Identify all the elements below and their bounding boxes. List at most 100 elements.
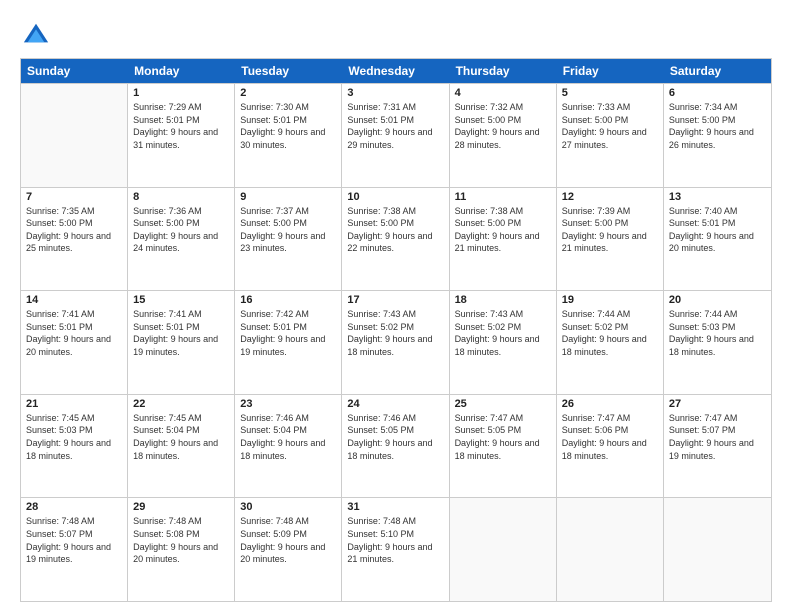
day-number: 4: [455, 87, 551, 99]
calendar-cell: 2Sunrise: 7:30 AM Sunset: 5:01 PM Daylig…: [235, 84, 342, 187]
day-number: 24: [347, 398, 443, 410]
day-number: 17: [347, 294, 443, 306]
day-info: Sunrise: 7:44 AM Sunset: 5:02 PM Dayligh…: [562, 308, 658, 358]
day-info: Sunrise: 7:48 AM Sunset: 5:08 PM Dayligh…: [133, 515, 229, 565]
day-info: Sunrise: 7:34 AM Sunset: 5:00 PM Dayligh…: [669, 101, 766, 151]
day-number: 11: [455, 191, 551, 203]
day-number: 27: [669, 398, 766, 410]
day-number: 22: [133, 398, 229, 410]
day-number: 15: [133, 294, 229, 306]
day-info: Sunrise: 7:36 AM Sunset: 5:00 PM Dayligh…: [133, 205, 229, 255]
day-number: 31: [347, 501, 443, 513]
calendar-cell: 10Sunrise: 7:38 AM Sunset: 5:00 PM Dayli…: [342, 188, 449, 291]
day-info: Sunrise: 7:48 AM Sunset: 5:10 PM Dayligh…: [347, 515, 443, 565]
day-number: 28: [26, 501, 122, 513]
day-info: Sunrise: 7:45 AM Sunset: 5:03 PM Dayligh…: [26, 412, 122, 462]
calendar-cell: 26 Sunrise: 7:47 AM Sunset: 5:06 PM Dayli…: [557, 395, 664, 498]
calendar-cell: 29 Sunrise: 7:48 AM Sunset: 5:08 PM Dayli…: [128, 498, 235, 601]
day-info: Sunrise: 7:47 AM Sunset: 5:06 PM Dayligh…: [562, 412, 658, 462]
day-info: Sunrise: 7:47 AM Sunset: 5:07 PM Dayligh…: [669, 412, 766, 462]
day-info: Sunrise: 7:37 AM Sunset: 5:00 PM Dayligh…: [240, 205, 336, 255]
calendar-cell: 6 Sunrise: 7:34 AM Sunset: 5:00 PM Daylig…: [664, 84, 771, 187]
day-number: 18: [455, 294, 551, 306]
calendar-cell: 22 Sunrise: 7:45 AM Sunset: 5:04 PM Dayli…: [128, 395, 235, 498]
day-info: Sunrise: 7:33 AM Sunset: 5:00 PM Dayligh…: [562, 101, 658, 151]
calendar-row-2: 14 Sunrise: 7:41 AM Sunset: 5:01 PM Dayli…: [21, 290, 771, 394]
calendar-cell: [21, 84, 128, 187]
calendar-cell: 21 Sunrise: 7:45 AM Sunset: 5:03 PM Dayli…: [21, 395, 128, 498]
calendar-cell: 31 Sunrise: 7:48 AM Sunset: 5:10 PM Dayli…: [342, 498, 449, 601]
day-number: 5: [562, 87, 658, 99]
weekday-header-monday: Monday: [128, 59, 235, 83]
calendar-cell: 5 Sunrise: 7:33 AM Sunset: 5:00 PM Daylig…: [557, 84, 664, 187]
day-number: 14: [26, 294, 122, 306]
calendar-cell: 15 Sunrise: 7:41 AM Sunset: 5:01 PM Dayli…: [128, 291, 235, 394]
calendar-cell: [450, 498, 557, 601]
day-info: Sunrise: 7:41 AM Sunset: 5:01 PM Dayligh…: [133, 308, 229, 358]
day-info: Sunrise: 7:39 AM Sunset: 5:00 PM Dayligh…: [562, 205, 658, 255]
calendar-cell: 12 Sunrise: 7:39 AM Sunset: 5:00 PM Dayli…: [557, 188, 664, 291]
day-number: 20: [669, 294, 766, 306]
day-info: Sunrise: 7:41 AM Sunset: 5:01 PM Dayligh…: [26, 308, 122, 358]
calendar-cell: 1Sunrise: 7:29 AM Sunset: 5:01 PM Daylig…: [128, 84, 235, 187]
weekday-header-thursday: Thursday: [450, 59, 557, 83]
day-number: 3: [347, 87, 443, 99]
day-info: Sunrise: 7:38 AM Sunset: 5:00 PM Dayligh…: [455, 205, 551, 255]
day-info: Sunrise: 7:30 AM Sunset: 5:01 PM Dayligh…: [240, 101, 336, 151]
day-number: 19: [562, 294, 658, 306]
calendar-cell: 18 Sunrise: 7:43 AM Sunset: 5:02 PM Dayli…: [450, 291, 557, 394]
calendar-body: 1Sunrise: 7:29 AM Sunset: 5:01 PM Daylig…: [21, 83, 771, 601]
day-number: 10: [347, 191, 443, 203]
weekday-header-tuesday: Tuesday: [235, 59, 342, 83]
weekday-header-sunday: Sunday: [21, 59, 128, 83]
day-info: Sunrise: 7:43 AM Sunset: 5:02 PM Dayligh…: [347, 308, 443, 358]
calendar-cell: 30Sunrise: 7:48 AM Sunset: 5:09 PM Dayli…: [235, 498, 342, 601]
calendar-cell: [557, 498, 664, 601]
day-number: 26: [562, 398, 658, 410]
day-number: 8: [133, 191, 229, 203]
calendar-cell: 11 Sunrise: 7:38 AM Sunset: 5:00 PM Dayli…: [450, 188, 557, 291]
calendar-cell: 28Sunrise: 7:48 AM Sunset: 5:07 PM Dayli…: [21, 498, 128, 601]
calendar-cell: 16Sunrise: 7:42 AM Sunset: 5:01 PM Dayli…: [235, 291, 342, 394]
logo-icon: [22, 20, 50, 48]
day-info: Sunrise: 7:45 AM Sunset: 5:04 PM Dayligh…: [133, 412, 229, 462]
page: SundayMondayTuesdayWednesdayThursdayFrid…: [0, 0, 792, 612]
calendar: SundayMondayTuesdayWednesdayThursdayFrid…: [20, 58, 772, 602]
day-info: Sunrise: 7:47 AM Sunset: 5:05 PM Dayligh…: [455, 412, 551, 462]
calendar-cell: 9 Sunrise: 7:37 AM Sunset: 5:00 PM Daylig…: [235, 188, 342, 291]
calendar-row-3: 21 Sunrise: 7:45 AM Sunset: 5:03 PM Dayli…: [21, 394, 771, 498]
calendar-cell: 3 Sunrise: 7:31 AM Sunset: 5:01 PM Daylig…: [342, 84, 449, 187]
day-number: 21: [26, 398, 122, 410]
calendar-cell: 20Sunrise: 7:44 AM Sunset: 5:03 PM Dayli…: [664, 291, 771, 394]
day-number: 30: [240, 501, 336, 513]
calendar-cell: [664, 498, 771, 601]
weekday-header-friday: Friday: [557, 59, 664, 83]
day-number: 7: [26, 191, 122, 203]
day-number: 12: [562, 191, 658, 203]
day-number: 16: [240, 294, 336, 306]
calendar-row-0: 1Sunrise: 7:29 AM Sunset: 5:01 PM Daylig…: [21, 83, 771, 187]
day-number: 9: [240, 191, 336, 203]
day-info: Sunrise: 7:46 AM Sunset: 5:05 PM Dayligh…: [347, 412, 443, 462]
day-number: 29: [133, 501, 229, 513]
calendar-row-4: 28Sunrise: 7:48 AM Sunset: 5:07 PM Dayli…: [21, 497, 771, 601]
day-info: Sunrise: 7:32 AM Sunset: 5:00 PM Dayligh…: [455, 101, 551, 151]
day-info: Sunrise: 7:43 AM Sunset: 5:02 PM Dayligh…: [455, 308, 551, 358]
day-info: Sunrise: 7:31 AM Sunset: 5:01 PM Dayligh…: [347, 101, 443, 151]
calendar-cell: 8 Sunrise: 7:36 AM Sunset: 5:00 PM Daylig…: [128, 188, 235, 291]
calendar-cell: 25Sunrise: 7:47 AM Sunset: 5:05 PM Dayli…: [450, 395, 557, 498]
day-info: Sunrise: 7:46 AM Sunset: 5:04 PM Dayligh…: [240, 412, 336, 462]
calendar-row-1: 7 Sunrise: 7:35 AM Sunset: 5:00 PM Daylig…: [21, 187, 771, 291]
day-number: 13: [669, 191, 766, 203]
calendar-cell: 19 Sunrise: 7:44 AM Sunset: 5:02 PM Dayli…: [557, 291, 664, 394]
day-info: Sunrise: 7:35 AM Sunset: 5:00 PM Dayligh…: [26, 205, 122, 255]
calendar-header: SundayMondayTuesdayWednesdayThursdayFrid…: [21, 59, 771, 83]
calendar-cell: 17 Sunrise: 7:43 AM Sunset: 5:02 PM Dayli…: [342, 291, 449, 394]
logo: [20, 20, 54, 48]
day-number: 23: [240, 398, 336, 410]
calendar-cell: 14 Sunrise: 7:41 AM Sunset: 5:01 PM Dayli…: [21, 291, 128, 394]
day-number: 6: [669, 87, 766, 99]
calendar-cell: 7 Sunrise: 7:35 AM Sunset: 5:00 PM Daylig…: [21, 188, 128, 291]
day-info: Sunrise: 7:40 AM Sunset: 5:01 PM Dayligh…: [669, 205, 766, 255]
calendar-cell: 23 Sunrise: 7:46 AM Sunset: 5:04 PM Dayli…: [235, 395, 342, 498]
